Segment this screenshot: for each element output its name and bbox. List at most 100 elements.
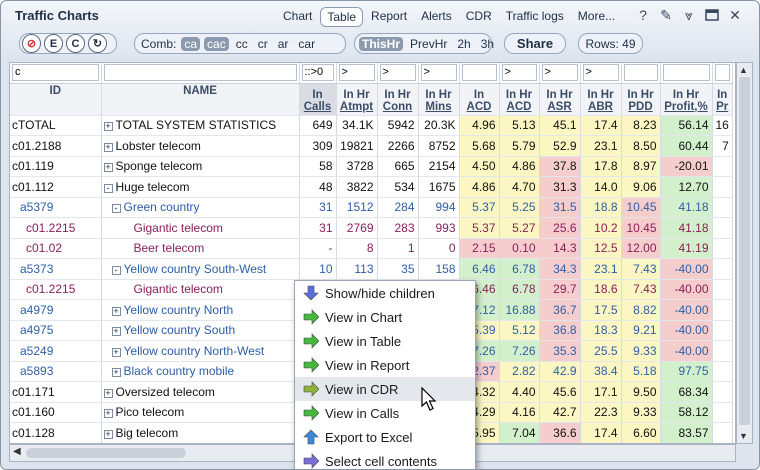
period-prevhr[interactable]: PrevHr [407, 37, 450, 51]
col-header-2[interactable]: In Calls [299, 83, 337, 116]
scroll-up-icon[interactable]: ▲ [739, 65, 748, 75]
row-cell [712, 361, 733, 382]
close-icon[interactable]: ✕ [726, 6, 744, 24]
comb-ar[interactable]: ar [275, 37, 292, 51]
col-header-12[interactable]: In Pr [712, 83, 733, 116]
tab-alerts[interactable]: Alerts [415, 7, 458, 27]
expand-toggle-icon[interactable]: + [111, 347, 121, 357]
table-row[interactable]: c01.2188 + Lobster telecom 309 19821 2266 8752… [10, 135, 733, 157]
col-header-3[interactable]: In Hr Atmpt [336, 83, 378, 116]
menu-item-export-to-excel[interactable]: Export to Excel [295, 425, 475, 449]
col-header-7[interactable]: In Hr ACD [499, 83, 540, 116]
row-cell: 5.27 [499, 217, 540, 239]
collapse-icon[interactable]: ⩔ [680, 6, 698, 24]
expand-toggle-icon[interactable]: - [103, 183, 113, 193]
filter-clear-icon[interactable]: ⊘ [22, 34, 41, 53]
window-title: Traffic Charts [15, 8, 99, 23]
profit-filter-input[interactable] [662, 64, 710, 82]
conn-filter-input[interactable]: > [379, 64, 416, 82]
calls-filter-input[interactable]: ::>0 [301, 64, 334, 82]
table-row[interactable]: c01.2215 Gigantic telecom 31 2769 283 993 5.37… [10, 217, 733, 239]
menu-item-view-in-calls[interactable]: View in Calls [295, 401, 475, 425]
col-header-9[interactable]: In Hr ABR [580, 83, 622, 116]
menu-item-view-in-chart[interactable]: View in Chart [295, 305, 475, 329]
expand-toggle-icon[interactable]: + [111, 306, 121, 316]
acd-filter-input[interactable] [461, 64, 497, 82]
col-header-0[interactable]: ID [10, 83, 102, 116]
table-row[interactable]: c01.02 Beer telecom -8 1 0 2.15 0.10 14.3 12.5 12… [10, 238, 733, 259]
share-button[interactable]: Share [504, 33, 566, 54]
tab-table[interactable]: Table [320, 7, 364, 27]
row-cell: 60.44 [660, 135, 713, 157]
abr-filter-input[interactable]: > [582, 64, 619, 82]
menu-item-show-hide-children[interactable]: Show/hide children [295, 281, 475, 305]
hr-acd-filter-input[interactable]: > [501, 64, 537, 82]
expand-toggle-icon[interactable]: - [111, 265, 121, 275]
period-3h[interactable]: 3h [478, 37, 497, 51]
atmpt-filter-input[interactable]: > [338, 64, 375, 82]
pdd-filter-input[interactable] [623, 64, 658, 82]
expand-toggle-icon[interactable]: + [103, 409, 113, 419]
comb-cc[interactable]: cc [233, 37, 251, 51]
tab-report[interactable]: Report [365, 7, 413, 27]
tab-chart[interactable]: Chart [277, 7, 318, 27]
col-header-10[interactable]: In Hr PDD [621, 83, 661, 116]
vertical-scrollbar[interactable]: ▲ ▼ [736, 62, 753, 444]
expand-toggle-icon[interactable]: + [111, 368, 121, 378]
rows-count: Rows: 49 [578, 33, 643, 54]
col-header-11[interactable]: In Hr Profit,% [660, 83, 713, 116]
row-cell: 8.97 [621, 156, 661, 177]
scroll-down-icon[interactable]: ▼ [739, 431, 748, 441]
traffic-charts-window: Traffic Charts Chart Table Report Alerts… [0, 0, 760, 470]
row-name: Beer telecom [101, 238, 300, 259]
vertical-scroll-thumb[interactable] [739, 77, 750, 425]
expand-toggle-icon[interactable]: - [111, 204, 121, 214]
table-row[interactable]: c01.119 + Sponge telecom 58 3728 665 2154 4.50 4… [10, 156, 733, 177]
col-header-8[interactable]: In Hr ASR [539, 83, 581, 116]
period-thishr[interactable]: ThisHr [359, 36, 404, 51]
c-button[interactable]: C [66, 34, 85, 53]
col-header-5[interactable]: In Hr Mins [418, 83, 460, 116]
menu-item-view-in-report[interactable]: View in Report [295, 353, 475, 377]
asr-filter-input[interactable]: > [541, 64, 578, 82]
row-name: + Yellow country South [101, 320, 300, 341]
pencil-icon[interactable]: ✎ [657, 6, 675, 24]
menu-item-view-in-table[interactable]: View in Table [295, 329, 475, 353]
tab-cdr[interactable]: CDR [460, 7, 498, 27]
table-row[interactable]: cTOTAL + TOTAL SYSTEM STATISTICS 649 34.1K 59… [10, 115, 733, 136]
comb-cr[interactable]: cr [255, 37, 271, 51]
comb-car[interactable]: car [295, 37, 318, 51]
help-icon[interactable]: ? [634, 6, 652, 24]
refresh-icon[interactable]: ↻ [88, 34, 107, 53]
menu-item-view-in-cdr[interactable]: View in CDR [295, 377, 475, 401]
col-header-1[interactable]: NAME [101, 83, 300, 116]
mins-filter-input[interactable]: > [420, 64, 457, 82]
name-filter-input[interactable] [103, 64, 297, 82]
col-header-4[interactable]: In Hr Conn [377, 83, 419, 116]
menu-item-select-cell-contents[interactable]: Select cell contents [295, 449, 475, 469]
scroll-left-icon[interactable]: ◀ [13, 446, 21, 457]
tab-more[interactable]: More... [572, 7, 621, 27]
tab-traffic-logs[interactable]: Traffic logs [500, 7, 570, 27]
expand-toggle-icon[interactable]: + [103, 122, 113, 132]
table-row[interactable]: a5379- Green country 31 1512 284 994 5.37 5.25 3… [10, 197, 733, 218]
period-2h[interactable]: 2h [454, 37, 473, 51]
row-cell: 8752 [418, 135, 460, 157]
expand-toggle-icon[interactable]: + [103, 163, 113, 173]
expand-toggle-icon[interactable]: + [103, 388, 113, 398]
maximize-icon[interactable] [703, 6, 721, 24]
id-filter-input[interactable]: c [12, 64, 99, 82]
row-cell: 41.18 [660, 217, 713, 239]
table-row[interactable]: c01.112- Huge telecom 48 3822 534 1675 4.86 4.7… [10, 176, 733, 198]
col-header-6[interactable]: In ACD [459, 83, 500, 116]
expand-toggle-icon[interactable]: + [103, 429, 113, 439]
comb-ca[interactable]: ca [181, 36, 201, 51]
comb-cac[interactable]: cac [204, 36, 229, 51]
horizontal-scroll-thumb[interactable] [26, 448, 186, 458]
e-button[interactable]: E [44, 34, 63, 53]
pr-filter-input[interactable] [714, 64, 730, 82]
expand-toggle-icon[interactable]: + [111, 327, 121, 337]
table-row[interactable]: a5373- Yellow country South-West 10 113 35 15… [10, 258, 733, 280]
expand-toggle-icon[interactable]: + [103, 142, 113, 152]
row-cell: 665 [377, 156, 419, 177]
